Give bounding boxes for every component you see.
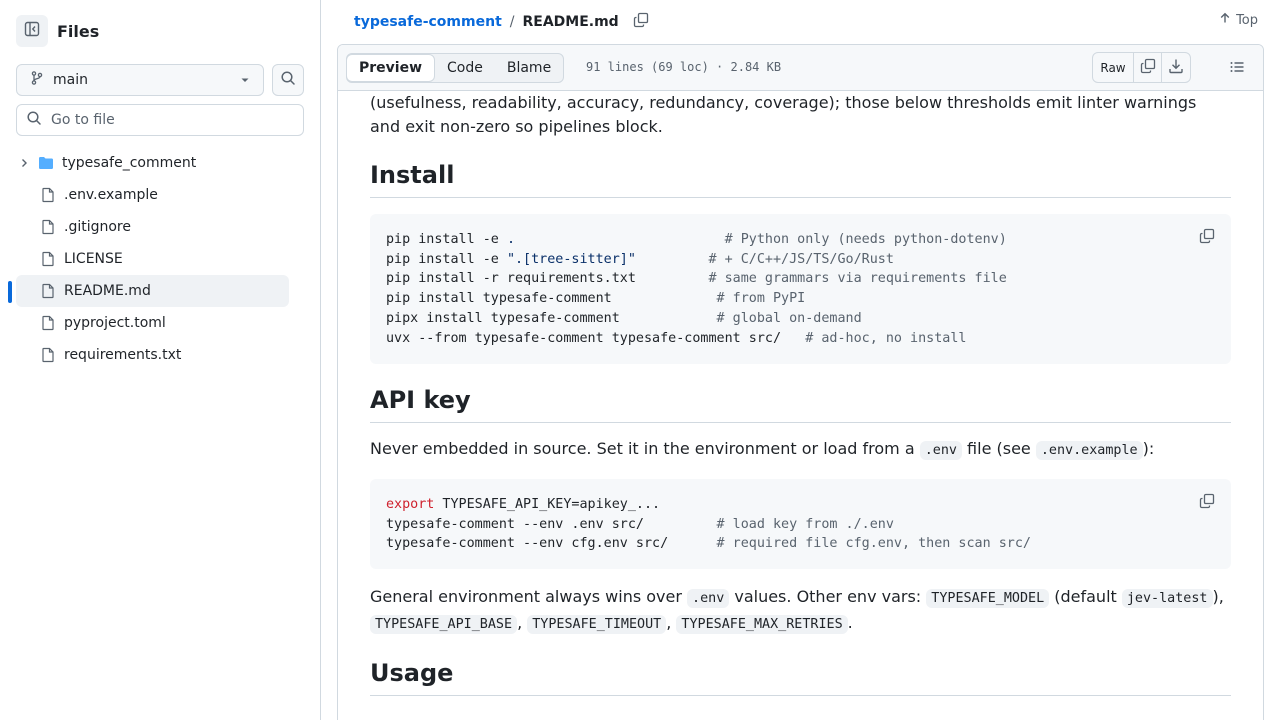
code-line: uvx --from typesafe-comment typesafe-com… xyxy=(386,330,967,346)
tree-item-label: LICENSE xyxy=(64,251,123,267)
code-line: pip install -e . # Python only (needs py… xyxy=(386,232,1007,247)
go-to-file-field[interactable] xyxy=(16,104,304,136)
copy-path-button[interactable] xyxy=(633,12,649,32)
env-vars-paragraph: General environment always wins over .en… xyxy=(370,587,1224,634)
copy-code-button[interactable] xyxy=(1199,228,1215,251)
tree-item-label: requirements.txt xyxy=(64,347,182,363)
download-icon xyxy=(1168,58,1184,77)
search-icon xyxy=(26,110,42,130)
sidebar-collapse-icon xyxy=(24,21,40,41)
file-actions: Raw xyxy=(1092,52,1191,83)
breadcrumb-bar: typesafe-comment / README.md Top xyxy=(321,0,1280,44)
inline-code: .env xyxy=(919,441,962,460)
raw-button[interactable]: Raw xyxy=(1093,53,1134,82)
branch-icon xyxy=(29,70,45,90)
inline-code: TYPESAFE_API_BASE xyxy=(370,615,518,634)
tree-item-file[interactable]: LICENSE xyxy=(16,243,289,275)
api-key-paragraph: Never embedded in source. Set it in the … xyxy=(370,439,1155,460)
file-icon xyxy=(40,283,56,299)
breadcrumb-file: README.md xyxy=(522,14,619,30)
file-icon xyxy=(40,315,56,331)
file-icon xyxy=(40,187,56,203)
file-tree: typesafe_comment .env.example .gitignore… xyxy=(8,147,289,371)
list-icon xyxy=(1229,60,1245,79)
copy-raw-button[interactable] xyxy=(1134,53,1162,82)
outline-button[interactable] xyxy=(1229,59,1245,79)
back-to-top-label: Top xyxy=(1236,12,1258,28)
inline-code: TYPESAFE_MODEL xyxy=(926,589,1050,608)
inline-code: TYPESAFE_MAX_RETRIES xyxy=(676,615,848,634)
file-tree-sidebar: Files main typesafe_comment xyxy=(0,0,321,720)
chevron-down-icon xyxy=(239,71,251,90)
install-code-block: pip install -e . # Python only (needs py… xyxy=(370,214,1231,364)
code-line: pip install typesafe-comment # from PyPI xyxy=(386,291,806,307)
breadcrumb: typesafe-comment / README.md xyxy=(354,12,649,32)
copy-code-button[interactable] xyxy=(1199,493,1215,516)
active-indicator xyxy=(8,281,12,303)
branch-selector[interactable]: main xyxy=(16,64,264,96)
tree-item-file[interactable]: pyproject.toml xyxy=(16,307,289,339)
file-header: Preview Code Blame 91 lines (69 loc) · 2… xyxy=(338,45,1263,91)
search-icon xyxy=(280,70,296,90)
file-icon xyxy=(40,251,56,267)
file-viewer: Preview Code Blame 91 lines (69 loc) · 2… xyxy=(337,44,1264,720)
file-meta: 91 lines (69 loc) · 2.84 KB xyxy=(586,60,782,74)
collapse-sidebar-button[interactable] xyxy=(16,15,48,47)
file-icon xyxy=(40,219,56,235)
breadcrumb-separator: / xyxy=(509,14,515,30)
back-to-top-button[interactable]: Top xyxy=(1214,12,1258,28)
tree-item-label: typesafe_comment xyxy=(62,155,197,171)
download-button[interactable] xyxy=(1162,53,1190,82)
usage-heading: Usage xyxy=(370,659,1231,696)
tree-item-label: .env.example xyxy=(64,187,158,203)
install-heading: Install xyxy=(370,161,1231,198)
inline-code: TYPESAFE_TIMEOUT xyxy=(527,615,667,634)
tree-item-folder[interactable]: typesafe_comment xyxy=(16,147,289,179)
tree-item-file[interactable]: .gitignore xyxy=(16,211,289,243)
copy-icon xyxy=(1199,228,1215,244)
arrow-up-icon xyxy=(1219,12,1231,28)
env-code-block: export TYPESAFE_API_KEY=apikey_...typesa… xyxy=(370,479,1231,569)
inline-code: .env.example xyxy=(1035,441,1143,460)
tree-item-label: README.md xyxy=(64,283,151,299)
copy-icon xyxy=(1199,493,1215,509)
file-icon xyxy=(40,347,56,363)
branch-name: main xyxy=(53,72,88,88)
code-line: typesafe-comment --env cfg.env src/ # re… xyxy=(386,536,1031,552)
breadcrumb-repo-link[interactable]: typesafe-comment xyxy=(354,14,502,30)
sidebar-title: Files xyxy=(57,21,100,41)
code-line: pipx install typesafe-comment # global o… xyxy=(386,310,862,326)
intro-paragraph: (usefulness, readability, accuracy, redu… xyxy=(370,93,1197,136)
view-mode-tabs: Preview Code Blame xyxy=(346,53,565,83)
tree-item-file[interactable]: .env.example xyxy=(16,179,289,211)
main-content: typesafe-comment / README.md Top Preview… xyxy=(321,0,1280,720)
code-line: pip install -e ".[tree-sitter]" # + C/C+… xyxy=(386,251,894,267)
api-key-heading: API key xyxy=(370,386,1231,423)
tree-item-file[interactable]: requirements.txt xyxy=(16,339,289,371)
tab-code[interactable]: Code xyxy=(435,54,495,82)
code-line: export TYPESAFE_API_KEY=apikey_... xyxy=(386,497,661,512)
code-line: typesafe-comment --env .env src/ # load … xyxy=(386,516,894,532)
folder-icon xyxy=(38,155,54,171)
copy-icon xyxy=(1140,58,1156,77)
copy-icon xyxy=(633,12,649,32)
tree-item-label: pyproject.toml xyxy=(64,315,166,331)
tree-item-file-active[interactable]: README.md xyxy=(8,275,289,307)
chevron-right-icon[interactable] xyxy=(16,157,32,169)
search-files-button[interactable] xyxy=(272,64,304,96)
go-to-file-input[interactable] xyxy=(51,112,291,128)
sidebar-header: Files xyxy=(16,15,99,47)
tree-item-label: .gitignore xyxy=(64,219,131,235)
code-line: pip install -r requirements.txt # same g… xyxy=(386,271,1007,287)
tab-preview[interactable]: Preview xyxy=(346,54,436,82)
tab-blame[interactable]: Blame xyxy=(495,54,563,82)
readme-content: (usefulness, readability, accuracy, redu… xyxy=(370,91,1231,696)
inline-code: .env xyxy=(687,589,730,608)
inline-code: jev-latest xyxy=(1121,589,1213,608)
